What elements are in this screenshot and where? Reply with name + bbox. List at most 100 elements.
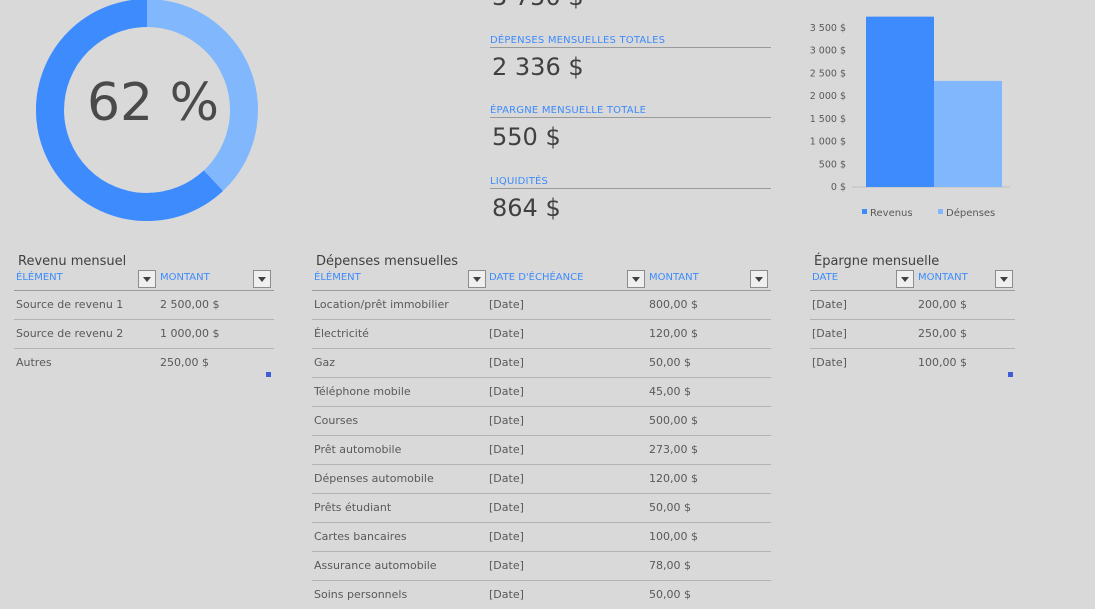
income-table-header: ÉLÉMENT MONTANT <box>14 270 274 291</box>
table-row[interactable]: Cartes bancaires [Date] 100,00 $ <box>312 523 771 552</box>
income-amount-cell[interactable]: 250,00 $ <box>160 356 209 369</box>
expenses-header-amount: MONTANT <box>649 272 699 283</box>
table-row[interactable]: Assurance automobile [Date] 78,00 $ <box>312 552 771 581</box>
expenses-date-cell[interactable]: [Date] <box>489 414 524 427</box>
expenses-date-cell[interactable]: [Date] <box>489 327 524 340</box>
kpi-total-savings-label: ÉPARGNE MENSUELLE TOTALE <box>490 105 771 118</box>
expenses-date-cell[interactable]: [Date] <box>489 501 524 514</box>
expenses-amount-cell[interactable]: 273,00 $ <box>649 443 698 456</box>
expenses-table-header: ÉLÉMENT DATE D'ÉCHÉANCE MONTANT <box>312 270 771 291</box>
expenses-item-cell[interactable]: Dépenses automobile <box>314 472 434 485</box>
expenses-date-cell[interactable]: [Date] <box>489 588 524 601</box>
table-row[interactable]: Courses [Date] 500,00 $ <box>312 407 771 436</box>
table-row[interactable]: Gaz [Date] 50,00 $ <box>312 349 771 378</box>
expenses-item-cell[interactable]: Électricité <box>314 327 369 340</box>
table-row[interactable]: Prêt automobile [Date] 273,00 $ <box>312 436 771 465</box>
table-row[interactable]: Électricité [Date] 120,00 $ <box>312 320 771 349</box>
savings-date-cell[interactable]: [Date] <box>812 356 847 369</box>
table-row[interactable]: Dépenses automobile [Date] 120,00 $ <box>312 465 771 494</box>
expenses-item-filter-button[interactable] <box>468 270 486 288</box>
expenses-amount-cell[interactable]: 120,00 $ <box>649 472 698 485</box>
income-table-title: Revenu mensuel <box>18 254 127 269</box>
expenses-date-cell[interactable]: [Date] <box>489 385 524 398</box>
income-header-amount: MONTANT <box>160 272 210 283</box>
savings-table-resize-handle[interactable] <box>1008 372 1013 377</box>
expenses-amount-cell[interactable]: 120,00 $ <box>649 327 698 340</box>
y-tick-label: 1 000 $ <box>810 137 846 148</box>
savings-date-cell[interactable]: [Date] <box>812 327 847 340</box>
kpi-cash-label: LIQUIDITÉS <box>490 176 771 189</box>
savings-table-title: Épargne mensuelle <box>814 254 940 269</box>
legend-label: Dépenses <box>946 207 995 219</box>
table-row[interactable]: Téléphone mobile [Date] 45,00 $ <box>312 378 771 407</box>
savings-date-filter-button[interactable] <box>896 270 914 288</box>
expenses-date-cell[interactable]: [Date] <box>489 443 524 456</box>
income-item-cell[interactable]: Source de revenu 2 <box>16 327 123 340</box>
y-tick-label: 3 000 $ <box>810 46 846 57</box>
income-item-filter-button[interactable] <box>138 270 156 288</box>
y-tick-label: 2 000 $ <box>810 91 846 102</box>
expenses-item-cell[interactable]: Téléphone mobile <box>314 385 411 398</box>
table-row[interactable]: Prêts étudiant [Date] 50,00 $ <box>312 494 771 523</box>
savings-table-header: DATE MONTANT <box>810 270 1015 291</box>
expenses-amount-cell[interactable]: 50,00 $ <box>649 501 691 514</box>
table-row[interactable]: [Date] 100,00 $ <box>810 349 1015 377</box>
table-row[interactable]: Source de revenu 1 2 500,00 $ <box>14 291 274 320</box>
expenses-date-cell[interactable]: [Date] <box>489 298 524 311</box>
expenses-item-cell[interactable]: Assurance automobile <box>314 559 437 572</box>
kpi-cash-value: 864 $ <box>492 194 561 222</box>
income-amount-cell[interactable]: 1 000,00 $ <box>160 327 219 340</box>
income-item-cell[interactable]: Autres <box>16 356 52 369</box>
expenses-item-cell[interactable]: Prêt automobile <box>314 443 401 456</box>
savings-date-cell[interactable]: [Date] <box>812 298 847 311</box>
expenses-date-filter-button[interactable] <box>627 270 645 288</box>
expenses-amount-cell[interactable]: 78,00 $ <box>649 559 691 572</box>
savings-amount-filter-button[interactable] <box>995 270 1013 288</box>
table-row[interactable]: Autres 250,00 $ <box>14 349 274 377</box>
savings-amount-cell[interactable]: 250,00 $ <box>918 327 967 340</box>
income-table-resize-handle[interactable] <box>266 372 271 377</box>
expenses-item-cell[interactable]: Courses <box>314 414 358 427</box>
expenses-date-cell[interactable]: [Date] <box>489 559 524 572</box>
expenses-amount-cell[interactable]: 800,00 $ <box>649 298 698 311</box>
y-tick-label: 3 500 $ <box>810 23 846 34</box>
savings-table: DATE MONTANT [Date] 200,00 $ [Date] 250,… <box>810 270 1015 377</box>
income-amount-filter-button[interactable] <box>253 270 271 288</box>
expenses-amount-cell[interactable]: 100,00 $ <box>649 530 698 543</box>
table-row[interactable]: [Date] 250,00 $ <box>810 320 1015 349</box>
income-amount-cell[interactable]: 2 500,00 $ <box>160 298 219 311</box>
expenses-date-cell[interactable]: [Date] <box>489 472 524 485</box>
kpi-total-expenses-value: 2 336 $ <box>492 53 584 81</box>
kpi-total-income-value: 3 750 $ <box>492 0 584 11</box>
expenses-item-cell[interactable]: Gaz <box>314 356 335 369</box>
savings-header-date: DATE <box>812 272 839 283</box>
expenses-amount-cell[interactable]: 500,00 $ <box>649 414 698 427</box>
savings-amount-cell[interactable]: 200,00 $ <box>918 298 967 311</box>
expenses-item-cell[interactable]: Soins personnels <box>314 588 407 601</box>
table-row[interactable]: Location/prêt immobilier [Date] 800,00 $ <box>312 291 771 320</box>
expenses-amount-cell[interactable]: 50,00 $ <box>649 588 691 601</box>
expenses-item-cell[interactable]: Prêts étudiant <box>314 501 391 514</box>
y-tick-label: 500 $ <box>819 159 846 170</box>
savings-amount-cell[interactable]: 100,00 $ <box>918 356 967 369</box>
savings-donut-chart: 62 % <box>36 0 258 221</box>
table-row[interactable]: Soins personnels [Date] 50,00 $ <box>312 581 771 609</box>
expenses-table: ÉLÉMENT DATE D'ÉCHÉANCE MONTANT Location… <box>312 270 771 609</box>
table-row[interactable]: Source de revenu 2 1 000,00 $ <box>14 320 274 349</box>
expenses-amount-cell[interactable]: 50,00 $ <box>649 356 691 369</box>
expenses-header-due-date: DATE D'ÉCHÉANCE <box>489 272 584 283</box>
expenses-date-cell[interactable]: [Date] <box>489 356 524 369</box>
expenses-date-cell[interactable]: [Date] <box>489 530 524 543</box>
expenses-item-cell[interactable]: Cartes bancaires <box>314 530 407 543</box>
expenses-amount-cell[interactable]: 45,00 $ <box>649 385 691 398</box>
legend-swatch <box>938 209 943 214</box>
income-table: ÉLÉMENT MONTANT Source de revenu 1 2 500… <box>14 270 274 377</box>
bar-dépenses <box>934 80 1002 187</box>
y-tick-label: 1 500 $ <box>810 114 846 125</box>
expenses-amount-filter-button[interactable] <box>750 270 768 288</box>
expenses-item-cell[interactable]: Location/prêt immobilier <box>314 298 449 311</box>
income-expenses-bar-chart: 0 $ 500 $ 1 000 $ 1 500 $ 2 000 $ 2 500 $ 3 00… <box>810 16 1010 219</box>
income-item-cell[interactable]: Source de revenu 1 <box>16 298 123 311</box>
table-row[interactable]: [Date] 200,00 $ <box>810 291 1015 320</box>
income-header-item: ÉLÉMENT <box>16 272 63 283</box>
